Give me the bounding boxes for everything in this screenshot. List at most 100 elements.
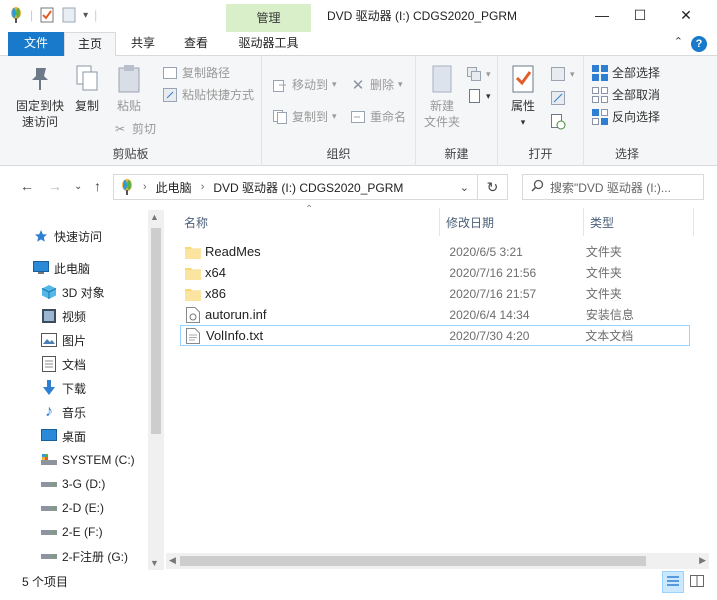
edit-button[interactable] (550, 90, 566, 106)
scroll-up-icon[interactable]: ▲ (150, 212, 159, 222)
tab-drive-tools[interactable]: 驱动器工具 (226, 32, 311, 56)
nav-item-music[interactable]: ♪ 音乐 (40, 401, 86, 423)
organize-group-label: 组织 (326, 147, 351, 161)
breadcrumb-dvd-drive[interactable]: DVD 驱动器 (I:) CDGS2020_PGRM (213, 179, 403, 196)
file-row[interactable]: x64 2020/7/16 21:56 文件夹 (180, 262, 690, 283)
rename-button[interactable]: 重命名 (350, 108, 406, 125)
nav-scrollbar-thumb[interactable] (151, 228, 161, 434)
refresh-button[interactable]: ↻ (478, 174, 508, 200)
open-item-button[interactable]: ▾ (550, 66, 575, 82)
copy-to-icon (272, 109, 288, 125)
copy-path-button[interactable]: 复制路径 (162, 64, 230, 81)
scroll-left-icon[interactable]: ◀ (169, 555, 176, 566)
tab-view[interactable]: 查看 (172, 32, 220, 56)
properties-qat-icon[interactable] (39, 6, 55, 24)
new-folder-button[interactable]: 新建 文件夹 (422, 64, 462, 130)
file-row[interactable]: autorun.inf 2020/6/4 14:34 安装信息 (180, 304, 690, 325)
file-name: x64 (205, 265, 227, 280)
nav-item-drive-e[interactable]: 2-D (E:) (40, 497, 104, 519)
column-header-type[interactable]: 类型 (584, 208, 694, 236)
tab-home[interactable]: 主页 (64, 32, 116, 57)
tab-file[interactable]: 文件 (8, 32, 64, 56)
details-view-button[interactable] (662, 571, 684, 593)
nav-item-label: 下载 (62, 381, 87, 396)
history-button[interactable] (550, 114, 566, 130)
nav-item-desktop[interactable]: 桌面 (40, 425, 86, 447)
breadcrumb-separator-icon: › (143, 181, 147, 193)
select-none-label: 全部取消 (612, 88, 661, 102)
up-button[interactable]: ↑ (94, 178, 101, 194)
file-type: 文本文档 (585, 329, 634, 343)
scroll-right-icon[interactable]: ▶ (699, 555, 706, 566)
horizontal-scrollbar-thumb[interactable] (180, 556, 646, 566)
column-header-date[interactable]: 修改日期 (440, 208, 584, 236)
dvd-drive-icon (8, 6, 24, 24)
nav-item-drive-d[interactable]: 3-G (D:) (40, 473, 105, 495)
help-icon[interactable]: ? (691, 36, 707, 52)
context-tab-group: 管理 (226, 4, 311, 32)
download-icon (40, 380, 58, 396)
maximize-button[interactable]: ☐ (617, 0, 663, 30)
back-button[interactable]: ← (20, 178, 34, 194)
system-drive-icon (40, 452, 58, 468)
breadcrumb-this-pc[interactable]: 此电脑 (156, 179, 192, 196)
select-none-button[interactable]: 全部取消 (592, 86, 660, 103)
scroll-down-icon[interactable]: ▼ (150, 558, 159, 568)
properties-dropdown-icon: ▾ (520, 117, 526, 127)
nav-this-pc[interactable]: 此电脑 (32, 257, 90, 279)
tab-share[interactable]: 共享 (120, 32, 166, 56)
file-row[interactable]: x86 2020/7/16 21:57 文件夹 (180, 283, 690, 304)
easy-access-button[interactable]: ▾ (466, 88, 491, 104)
nav-item-label: 3-G (D:) (62, 477, 106, 491)
new-folder-qat-icon[interactable] (61, 6, 77, 24)
nav-item-pictures[interactable]: 图片 (40, 329, 86, 351)
file-row[interactable]: ReadMes 2020/6/5 3:21 文件夹 (180, 241, 690, 262)
properties-button[interactable]: 属性 ▾ (506, 64, 540, 130)
select-all-button[interactable]: 全部选择 (592, 64, 660, 81)
file-type: 文件夹 (585, 245, 622, 259)
search-box[interactable]: 搜索"DVD 驱动器 (I:)... (522, 174, 704, 200)
address-bar[interactable]: › 此电脑 › DVD 驱动器 (I:) CDGS2020_PGRM ⌄ (113, 174, 478, 200)
properties-label: 属性 (510, 99, 535, 113)
qat-customize-icon[interactable]: ▾ (83, 10, 88, 21)
new-item-button[interactable]: ▾ (466, 66, 491, 82)
nav-quick-access[interactable]: 快速访问 (32, 225, 102, 247)
file-list-horizontal-scrollbar[interactable]: ◀ ▶ (166, 553, 709, 569)
paste-shortcut-button[interactable]: 粘贴快捷方式 (162, 86, 254, 103)
nav-item-3d-objects[interactable]: 3D 对象 (40, 281, 105, 303)
address-dropdown-icon[interactable]: ⌄ (460, 181, 469, 194)
file-date: 2020/6/4 14:34 (449, 307, 530, 322)
star-icon (32, 228, 50, 244)
new-folder-icon (430, 64, 454, 98)
pictures-icon (40, 332, 58, 348)
ribbon: 固定到快 速访问 复制 粘贴 复制路径 粘贴快捷方式 ✂ 剪切 剪贴板 移动到 (0, 56, 717, 166)
collapse-ribbon-icon[interactable]: ⌃ (674, 35, 683, 48)
forward-button[interactable]: → (48, 178, 62, 194)
recent-locations-button[interactable]: ⌄ (74, 181, 82, 192)
nav-item-documents[interactable]: 文档 (40, 353, 86, 375)
cut-button[interactable]: ✂ 剪切 (112, 120, 156, 137)
pin-quick-access-button[interactable]: 固定到快 速访问 (14, 64, 66, 130)
column-header-name[interactable]: 名称 (166, 208, 440, 236)
copy-button[interactable]: 复制 (72, 64, 102, 114)
nav-item-downloads[interactable]: 下载 (40, 377, 86, 399)
nav-item-label: 2-D (E:) (62, 501, 104, 515)
nav-item-system-c[interactable]: SYSTEM (C:) (40, 449, 135, 471)
clipboard-group: 固定到快 速访问 复制 粘贴 复制路径 粘贴快捷方式 ✂ 剪切 剪贴板 (0, 56, 262, 166)
nav-scrollbar[interactable]: ▲ ▼ (148, 210, 164, 570)
large-icons-view-icon (690, 574, 704, 590)
paste-button[interactable]: 粘贴 (112, 64, 146, 114)
move-to-button[interactable]: 移动到 ▾ (272, 76, 337, 93)
copy-to-button[interactable]: 复制到 ▾ (272, 108, 337, 125)
large-icons-view-button[interactable] (686, 571, 708, 593)
file-row-selected[interactable]: VolInfo.txt 2020/7/30 4:20 文本文档 (180, 325, 690, 346)
search-icon (531, 179, 544, 195)
nav-item-drive-g[interactable]: 2-F注册 (G:) (40, 545, 128, 567)
close-button[interactable]: ✕ (663, 0, 709, 30)
paste-icon (116, 64, 142, 98)
drive-icon (40, 500, 58, 516)
nav-item-drive-f[interactable]: 2-E (F:) (40, 521, 103, 543)
invert-selection-button[interactable]: 反向选择 (592, 108, 660, 125)
nav-item-videos[interactable]: 视频 (40, 305, 86, 327)
delete-button[interactable]: ✕ 删除 ▾ (350, 76, 403, 94)
